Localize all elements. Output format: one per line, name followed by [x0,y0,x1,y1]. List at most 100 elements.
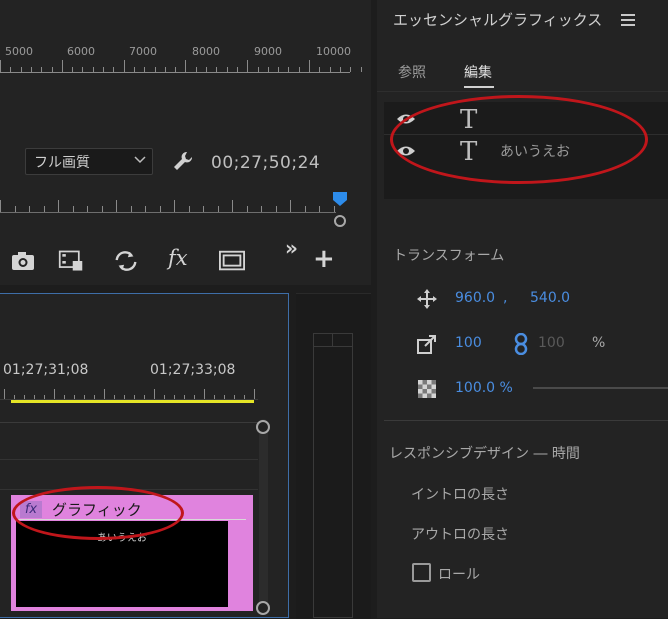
camera-icon[interactable] [10,248,36,274]
timeline-ticks [0,386,258,399]
ruler-tick [174,200,175,212]
ruler-tick [54,389,55,399]
ruler-tick [329,67,331,72]
opacity-slider[interactable] [533,387,668,389]
scrollbar-bottom-handle[interactable] [256,601,270,615]
track-divider [0,459,258,460]
fx-icon[interactable]: fx [168,246,194,272]
position-icon [417,289,437,309]
ruler-tick [123,60,125,72]
ruler-tick [226,67,228,72]
roll-label: ロール [438,567,480,583]
ruler-tick [61,60,63,72]
track-divider [0,422,258,423]
ruler-tick [185,60,187,72]
ruler-tick [144,67,146,72]
chevron-down-icon [134,156,146,164]
audio-meter-header [313,333,353,347]
ruler-tick [216,67,218,72]
ruler-tick [236,67,238,72]
ruler-tick [82,67,84,72]
outro-duration-label: アウトロの長さ [411,527,509,543]
intro-duration-label: イントロの長さ [411,487,509,503]
ruler-label: 10000 [316,45,351,58]
ruler-tick [103,67,104,72]
work-area-bar[interactable] [11,400,254,403]
ruler-tick [154,389,155,399]
ruler-tick [154,67,156,72]
ruler-tick [0,200,1,212]
tab-browse[interactable]: 参照 [398,62,426,82]
ruler-tick [360,67,362,72]
roll-checkbox[interactable] [412,563,431,582]
transform-section-label: トランスフォーム [393,248,505,264]
quality-dropdown[interactable]: フル画質 [25,148,153,175]
ruler-tick [257,67,259,72]
playhead-marker[interactable] [332,192,348,206]
ruler-tick [288,67,290,72]
ruler-label: 5000 [5,45,33,58]
scale-icon [417,335,436,354]
program-monitor: 5000 6000 7000 8000 9000 10000 フル画質 00;2… [0,0,371,285]
ruler-tick [164,67,166,72]
timeline-time-label: 01;27;31;08 [3,362,89,378]
ruler-label: 8000 [192,45,220,58]
zoom-handle[interactable] [334,215,346,227]
ruler-tick [10,67,12,72]
ruler-tick [339,67,341,72]
position-x-value[interactable]: 960.0 [455,290,495,306]
scrub-bar[interactable] [0,212,336,213]
ruler-tick [204,389,205,399]
audio-meter [313,333,353,618]
opacity-icon [418,380,436,398]
position-y-value[interactable]: 540.0 [530,290,570,306]
ruler-tick [290,200,291,212]
ruler-tick [113,67,115,72]
ruler-tick [51,67,53,72]
ruler-tick [72,67,74,72]
opacity-value[interactable]: 100.0 % [455,380,513,396]
panel-title: エッセンシャルグラフィックス [393,11,603,29]
ruler-tick [319,67,321,72]
ruler-tick [4,389,5,399]
ruler-tick [41,67,43,72]
wrench-icon[interactable] [172,150,194,172]
safe-margins-icon[interactable] [219,248,245,274]
audio-meter-divider [332,333,333,347]
quality-value: フル画質 [34,155,90,171]
ruler-tick [133,67,135,72]
timeline-scrollbar[interactable] [259,419,268,609]
annotation-ellipse [390,95,648,184]
ruler-tick [58,200,59,212]
ruler-tick [195,67,197,72]
ruler-tick [0,60,1,72]
timeline-panel: 01;27;31;08 01;27;33;08 fx グラフィック あいうえお [0,293,289,618]
link-icon[interactable] [512,333,530,355]
ruler-tick [20,67,22,72]
scale-width-value[interactable]: 100 [538,335,565,351]
monitor-ruler: 5000 6000 7000 8000 9000 10000 [0,40,362,73]
responsive-time-section-label: レスポンシブデザイン ― 時間 [389,446,580,462]
scale-value[interactable]: 100 [455,335,482,351]
compare-view-icon[interactable] [113,248,139,274]
playhead-timecode[interactable]: 00;27;50;24 [211,153,320,173]
tab-edit[interactable]: 編集 [464,62,492,82]
hamburger-menu-icon[interactable] [621,14,635,26]
ruler-tick [247,60,249,72]
tab-divider [377,91,668,92]
ruler-tick [116,200,117,212]
export-frame-icon[interactable] [58,248,84,274]
scrollbar-top-handle[interactable] [256,420,270,434]
ruler-tick [92,67,94,72]
ruler-tick [232,200,233,212]
ruler-label: 7000 [129,45,157,58]
ruler-tick [278,67,280,72]
ruler-tick [350,67,352,72]
ruler-tick [175,67,177,72]
ruler-tick [298,67,300,72]
ruler-label: 6000 [67,45,95,58]
more-icon[interactable]: » [285,236,311,262]
ruler-tick [206,67,207,72]
ruler-tick [254,389,255,399]
add-icon[interactable]: + [313,244,339,274]
